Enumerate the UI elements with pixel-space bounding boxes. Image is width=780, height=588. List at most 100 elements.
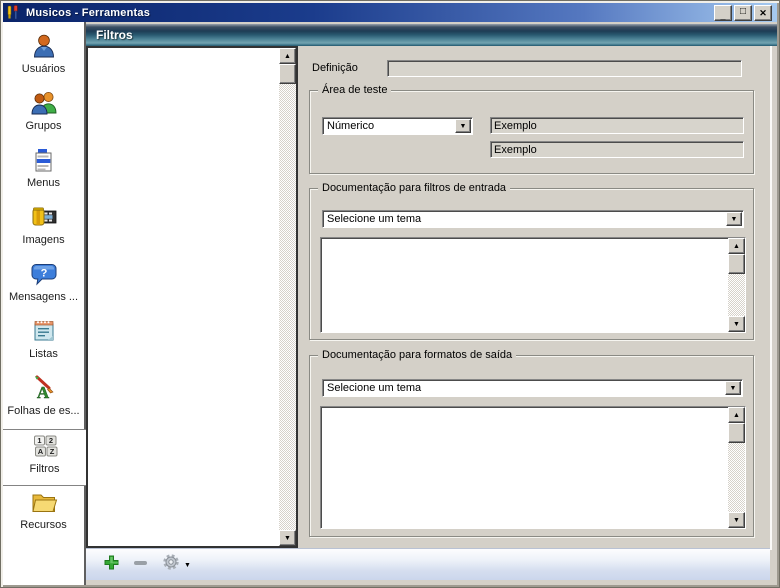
tipo-dropdown-value: Númerico [323,120,454,132]
definicao-input[interactable] [387,60,742,77]
svg-text:A: A [37,447,43,456]
add-filter-button[interactable] [104,555,119,575]
close-button[interactable]: ✕ [754,5,772,21]
content-area: Filtros ▲ ▼ Definição Área de teste Núme… [86,22,777,585]
area-de-teste-title: Área de teste [318,84,391,96]
film-roll-icon [29,202,59,232]
sidebar-item-menus[interactable]: Menus [3,144,84,201]
chevron-down-icon: ▼ [731,216,738,223]
filter-listbox[interactable]: ▲ ▼ [86,46,298,548]
panel-header: Filtros [86,24,777,46]
minimize-button[interactable]: _ [714,5,732,21]
doc-entrada-scrollbar[interactable]: ▲ ▼ [728,238,745,332]
scroll-down-button[interactable]: ▼ [728,512,745,528]
doc-saida-title: Documentação para formatos de saída [318,349,516,361]
svg-text:Z: Z [49,447,54,456]
tema-saida-value: Selecione um tema [323,382,724,394]
svg-text:?: ? [40,268,47,280]
scroll-up-button[interactable]: ▲ [728,407,745,423]
svg-text:2: 2 [48,436,52,445]
scroll-up-button[interactable]: ▲ [728,238,745,254]
tipo-dropdown-button[interactable]: ▼ [455,119,471,133]
tools-app-icon [6,5,22,20]
sidebar-item-imagens[interactable]: Imagens [3,201,84,258]
sidebar-item-label: Filtros [30,463,60,475]
remove-filter-button[interactable] [133,555,148,575]
maximize-button[interactable]: □ [734,5,752,21]
titlebar: Musicos - Ferramentas _ □ ✕ [3,3,777,22]
svg-text:1: 1 [37,436,41,445]
plus-icon [104,555,119,575]
scroll-down-icon: ▼ [733,321,740,328]
scroll-thumb[interactable] [728,254,745,274]
doc-entrada-title: Documentação para filtros de entrada [318,182,510,194]
sidebar-item-label: Usuários [22,63,65,75]
sidebar-item-grupos[interactable]: Grupos [3,87,84,144]
scroll-down-button[interactable]: ▼ [279,530,296,546]
exemplo2-value: Exemplo [494,144,537,156]
user-icon [29,31,59,61]
scroll-down-button[interactable]: ▼ [728,316,745,332]
scroll-up-icon: ▲ [733,412,740,419]
exemplo1-input[interactable]: Exemplo [490,117,744,134]
minus-icon [133,555,148,575]
message-question-icon: ? [29,259,59,289]
chevron-down-icon: ▼ [460,123,467,130]
app-window: Musicos - Ferramentas _ □ ✕ Usuários [0,0,780,588]
tema-entrada-value: Selecione um tema [323,213,725,225]
sidebar-item-recursos[interactable]: Recursos [3,486,84,543]
settings-caret-icon: ▼ [184,562,191,569]
sidebar-item-listas[interactable]: Listas [3,315,84,372]
sort-keys-icon: 1 2 A Z [30,431,60,461]
doc-saida-textarea[interactable]: ▲ ▼ [320,406,746,529]
doc-saida-scrollbar[interactable]: ▲ ▼ [728,407,745,528]
sidebar-item-label: Recursos [20,519,66,531]
notepad-icon [29,316,59,346]
gear-icon [162,553,180,576]
tema-entrada-dropdown-button[interactable]: ▼ [726,212,742,226]
tema-saida-dropdown[interactable]: Selecione um tema ▼ [322,379,743,397]
exemplo2-input[interactable]: Exemplo [490,141,744,158]
tema-entrada-dropdown[interactable]: Selecione um tema ▼ [322,210,744,228]
doc-entrada-textarea[interactable]: ▲ ▼ [320,237,746,333]
sidebar-item-label: Imagens [22,234,64,246]
menu-window-icon [29,145,59,175]
sidebar-item-filtros[interactable]: 1 2 A Z Filtros [3,429,86,486]
doc-saida-group: Documentação para formatos de saída Sele… [309,355,754,537]
page-title: Filtros [96,28,133,42]
sidebar-item-label: Listas [29,348,58,360]
exemplo1-value: Exemplo [494,120,537,132]
sidebar-item-mensagens[interactable]: ? Mensagens ... [3,258,84,315]
area-de-teste-group: Área de teste Númerico ▼ Exemplo Exemplo [309,90,754,174]
filter-form-panel: Definição Área de teste Númerico ▼ Exemp… [298,46,772,550]
sidebar-item-folhas-de-estilo[interactable]: A Folhas de es... [3,372,84,429]
window-title: Musicos - Ferramentas [26,7,150,19]
sidebar: Usuários Grupos [3,22,86,585]
sidebar-item-label: Menus [27,177,60,189]
folder-icon [29,487,59,517]
maximize-icon: □ [740,7,746,17]
chevron-down-icon: ▼ [730,385,737,392]
list-toolbar: ▼ [86,548,770,580]
scroll-thumb[interactable] [728,423,745,443]
doc-entrada-group: Documentação para filtros de entrada Sel… [309,188,754,340]
scroll-up-icon: ▲ [733,243,740,250]
list-scrollbar[interactable]: ▲ ▼ [279,48,296,546]
minimize-icon: _ [720,12,725,21]
scroll-down-icon: ▼ [284,535,291,542]
sidebar-item-usuarios[interactable]: Usuários [3,30,84,87]
sidebar-item-label: Grupos [25,120,61,132]
scroll-thumb[interactable] [279,64,296,84]
sidebar-item-label: Folhas de es... [7,405,79,417]
tipo-dropdown[interactable]: Númerico ▼ [322,117,473,135]
stylesheet-brush-icon: A [29,373,59,403]
definicao-label: Definição [312,62,358,74]
scroll-up-icon: ▲ [284,53,291,60]
sidebar-item-label: Mensagens ... [9,291,78,303]
settings-button[interactable]: ▼ [162,553,191,576]
close-icon: ✕ [759,9,767,18]
scroll-up-button[interactable]: ▲ [279,48,296,64]
users-group-icon [29,88,59,118]
tema-saida-dropdown-button[interactable]: ▼ [725,381,741,395]
scroll-down-icon: ▼ [733,517,740,524]
